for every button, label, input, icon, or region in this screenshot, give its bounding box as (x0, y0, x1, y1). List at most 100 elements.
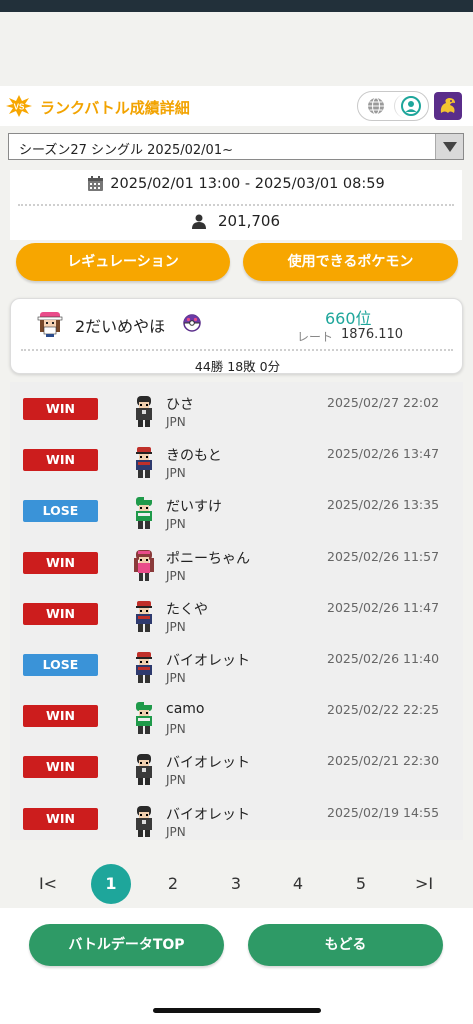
battle-time: 2025/02/26 11:40 (327, 651, 440, 666)
opponent-country: JPN (166, 466, 186, 481)
triangle-down-icon (442, 141, 457, 152)
season-select[interactable]: シーズン27 シングル 2025/02/01~ (8, 133, 464, 160)
rate-value: 1876.110 (341, 327, 404, 342)
opponent-country: JPN (166, 773, 186, 788)
rate-label: レート (297, 330, 334, 344)
footer: バトルデータTOP もどる (0, 908, 473, 1024)
opponent-sprite (136, 754, 152, 786)
dotted-divider (18, 204, 454, 206)
player-rank: 660位 (325, 309, 372, 328)
battle-time: 2025/02/21 22:30 (327, 753, 440, 769)
opponent-name: バイオレット (166, 653, 250, 669)
opponent-sprite (136, 496, 152, 530)
page-button-4[interactable]: 4 (278, 864, 318, 904)
page-button-3[interactable]: 3 (216, 864, 256, 904)
opponent-name: ポニーちゃん (166, 550, 250, 567)
opponent-name: たくや (166, 601, 208, 618)
opponent-sprite (136, 805, 152, 837)
opponent-sprite (136, 701, 152, 735)
player-summary-card: 2だいめやほ 660位 レート 1876.110 44勝 18敗 0分 (10, 298, 463, 374)
battle-row[interactable]: LOSE バイオレット JPN 2025/02/26 11:40 (10, 638, 463, 689)
opponent-country: JPN (166, 824, 186, 839)
battle-time: 2025/02/27 22:02 (327, 395, 440, 410)
battle-time: 2025/02/22 22:25 (327, 702, 440, 718)
person-icon (191, 214, 206, 229)
battle-row[interactable]: WIN バイオレット JPN 2025/02/19 14:55 (10, 792, 463, 840)
language-button[interactable] (360, 94, 392, 118)
result-badge: WIN (23, 449, 98, 472)
vs-label: VS (14, 103, 25, 112)
battle-time: 2025/02/26 13:47 (327, 446, 440, 462)
opponent-country: JPN (166, 619, 186, 634)
opponent-name: camo (166, 701, 205, 718)
opponent-name: だいすけ (166, 499, 222, 516)
page-last-button[interactable]: >I (404, 864, 444, 904)
usable-pokemon-button[interactable]: 使用できるポケモン (243, 243, 458, 281)
page-button-2[interactable]: 2 (153, 864, 193, 904)
opponent-name: ひさ (166, 397, 194, 413)
season-info-card: 2025/02/01 13:00 - 2025/03/01 08:59 201,… (10, 170, 462, 240)
opponent-name: きのもと (166, 448, 222, 465)
battle-time: 2025/02/26 11:57 (327, 548, 440, 564)
battle-row[interactable]: WIN きのもと JPN 2025/02/26 13:47 (10, 433, 463, 484)
opponent-name: バイオレット (166, 755, 250, 772)
result-badge: WIN (23, 398, 98, 420)
battle-time: 2025/02/19 14:55 (327, 804, 440, 820)
back-button[interactable]: もどる (248, 924, 443, 966)
opponent-sprite (136, 652, 152, 683)
player-name: 2だいめやほ (75, 317, 166, 336)
opponent-country: JPN (166, 415, 186, 429)
regulation-button[interactable]: レギュレーション (16, 243, 230, 281)
calendar-icon (88, 176, 104, 191)
result-badge: WIN (23, 551, 98, 574)
battle-history-list: WIN ひさ JPN 2025/02/27 22:02 WIN きのもと JPN 2025/0… (10, 382, 463, 840)
account-button[interactable] (394, 94, 426, 118)
opponent-country: JPN (166, 517, 186, 532)
home-indicator (153, 1008, 321, 1013)
page-first-button[interactable]: I< (28, 864, 68, 904)
result-badge: WIN (23, 705, 98, 728)
result-badge: LOSE (23, 654, 98, 676)
dropdown-arrow[interactable] (435, 134, 463, 159)
player-avatar (37, 312, 63, 337)
result-badge: LOSE (23, 500, 98, 523)
opponent-sprite (134, 549, 154, 581)
page-button-1[interactable]: 1 (91, 864, 131, 904)
battle-row[interactable]: WIN ポニーちゃん JPN 2025/02/26 11:57 (10, 536, 463, 587)
opponent-sprite (136, 447, 152, 479)
dotted-divider (21, 349, 453, 351)
user-circle-icon (400, 96, 421, 116)
season-select-value: シーズン27 シングル 2025/02/01~ (19, 143, 233, 158)
battle-row[interactable]: WIN バイオレット JPN 2025/02/21 22:30 (10, 740, 463, 791)
opponent-country: JPN (166, 722, 186, 737)
result-badge: WIN (23, 807, 98, 830)
opponent-country: JPN (166, 568, 186, 583)
header-toggle-group (357, 91, 429, 121)
battle-row[interactable]: WIN たくや JPN 2025/02/26 11:47 (10, 587, 463, 638)
battle-time: 2025/02/26 11:47 (327, 599, 440, 615)
page-title: ランクバトル成績詳細 (40, 99, 190, 117)
opponent-country: JPN (166, 671, 186, 685)
app-icon[interactable] (434, 92, 462, 120)
battle-row[interactable]: WIN camo JPN 2025/02/22 22:25 (10, 689, 463, 740)
opponent-sprite (136, 600, 152, 632)
player-count: 201,706 (217, 212, 281, 230)
status-bar (0, 0, 473, 12)
battle-data-top-button[interactable]: バトルデータTOP (29, 924, 224, 966)
battle-row[interactable]: LOSE だいすけ JPN 2025/02/26 13:35 (10, 484, 463, 535)
opponent-name: バイオレット (166, 806, 250, 823)
player-count-row: 201,706 (10, 212, 462, 230)
season-period-row: 2025/02/01 13:00 - 2025/03/01 08:59 (10, 176, 462, 202)
master-ball-icon (183, 314, 201, 332)
dragon-icon (440, 98, 455, 113)
page-button-5[interactable]: 5 (341, 864, 381, 904)
battle-row[interactable]: WIN ひさ JPN 2025/02/27 22:02 (10, 382, 463, 433)
battle-time: 2025/02/26 13:35 (327, 497, 440, 513)
globe-icon (368, 97, 384, 115)
app-header: VS ランクバトル成績詳細 (0, 86, 473, 126)
opponent-sprite (136, 396, 152, 427)
season-period: 2025/02/01 13:00 - 2025/03/01 08:59 (110, 176, 385, 192)
win-loss-record: 44勝 18敗 0分 (194, 359, 281, 374)
result-badge: WIN (23, 756, 98, 779)
pagination: I< 1 2 3 4 5 >I (0, 862, 473, 906)
